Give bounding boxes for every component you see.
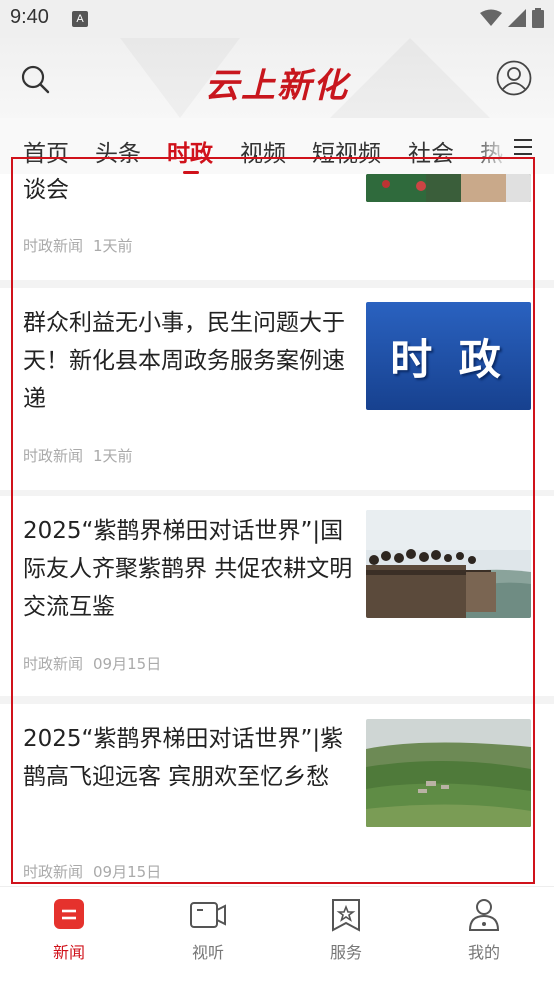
news-meta: 时政新闻 1天前: [23, 235, 133, 256]
news-meta: 时政新闻 1天前: [23, 445, 133, 466]
wifi-icon: [480, 9, 502, 26]
tab-video[interactable]: 视频: [240, 134, 286, 168]
video-camera-icon: [190, 902, 226, 928]
nav-media[interactable]: 视听: [168, 897, 248, 963]
nav-media-label: 视听: [191, 943, 224, 962]
signal-icon: [508, 9, 526, 27]
news-time: 09月15日: [93, 655, 162, 673]
news-meta: 时政新闻 09月15日: [23, 861, 161, 882]
news-source: 时政新闻: [23, 655, 84, 673]
notification-icon: A: [72, 11, 88, 27]
bottom-navigation: 新闻 视听 服务 我的: [0, 886, 554, 985]
news-source: 时政新闻: [23, 237, 84, 255]
news-card[interactable]: 2025“紫鹊界梯田对话世界”|国际友人齐聚紫鹊界 共促农耕文明交流互鉴 时政新…: [0, 496, 554, 696]
nav-profile-label: 我的: [467, 943, 500, 962]
user-avatar-icon[interactable]: [496, 60, 532, 96]
news-card[interactable]: 群众利益无小事，民生问题大于天！新化县本周政务服务案例速递 时政新闻 1天前 时 …: [0, 288, 554, 490]
nav-service[interactable]: 服务: [306, 897, 386, 963]
profile-icon: [468, 899, 500, 931]
news-thumbnail: 时 政: [366, 302, 531, 410]
tab-short-video[interactable]: 短视频: [312, 134, 381, 168]
tab-society[interactable]: 社会: [408, 134, 454, 168]
tab-politics[interactable]: 时政: [167, 134, 213, 168]
tabs-fade: [470, 128, 510, 168]
news-time: 1天前: [93, 237, 133, 255]
tab-headlines[interactable]: 头条: [95, 134, 141, 168]
status-indicators: [480, 7, 544, 29]
news-meta: 时政新闻 09月15日: [23, 653, 161, 674]
nav-news-label: 新闻: [52, 943, 85, 962]
tab-home[interactable]: 首页: [23, 134, 69, 168]
status-time: 9:40: [10, 6, 49, 28]
news-time: 1天前: [93, 447, 133, 465]
service-bookmark-icon: [332, 899, 360, 932]
nav-news[interactable]: 新闻: [29, 897, 109, 963]
news-thumbnail: [366, 174, 531, 202]
news-title: 群众利益无小事，民生问题大于天！新化县本周政务服务案例速递: [23, 310, 345, 412]
app-logo: 云上新化: [205, 66, 349, 106]
news-source: 时政新闻: [23, 863, 84, 881]
nav-profile[interactable]: 我的: [444, 897, 524, 963]
category-tabs: 首页 头条 时政 视频 短视频 社会 热: [0, 118, 554, 174]
status-bar: 9:40 A: [0, 0, 554, 38]
news-thumbnail: [366, 510, 531, 618]
news-source: 时政新闻: [23, 447, 84, 465]
nav-service-label: 服务: [329, 943, 362, 962]
news-title: 谈会: [23, 177, 69, 203]
news-title: 2025“紫鹊界梯田对话世界”|国际友人齐聚紫鹊界 共促农耕文明交流互鉴: [23, 518, 353, 620]
news-card[interactable]: 2025“紫鹊界梯田对话世界”|紫鹊高飞迎远客 宾朋欢至忆乡愁 时政新闻 09月1…: [0, 704, 554, 886]
thumbnail-caption: 时 政: [390, 334, 507, 384]
news-title: 2025“紫鹊界梯田对话世界”|紫鹊高飞迎远客 宾朋欢至忆乡愁: [23, 726, 344, 790]
news-thumbnail: [366, 719, 531, 827]
menu-icon[interactable]: [512, 138, 534, 156]
news-time: 09月15日: [93, 863, 162, 881]
app-header: 云上新化: [0, 38, 554, 118]
news-card[interactable]: 谈会 时政新闻 1天前: [0, 174, 554, 280]
news-icon: [54, 899, 84, 929]
battery-icon: [532, 8, 544, 28]
news-feed: 谈会 时政新闻 1天前 群众利益无小事，民生问题大于天！新化县本周政务服务案例速递…: [0, 174, 554, 886]
